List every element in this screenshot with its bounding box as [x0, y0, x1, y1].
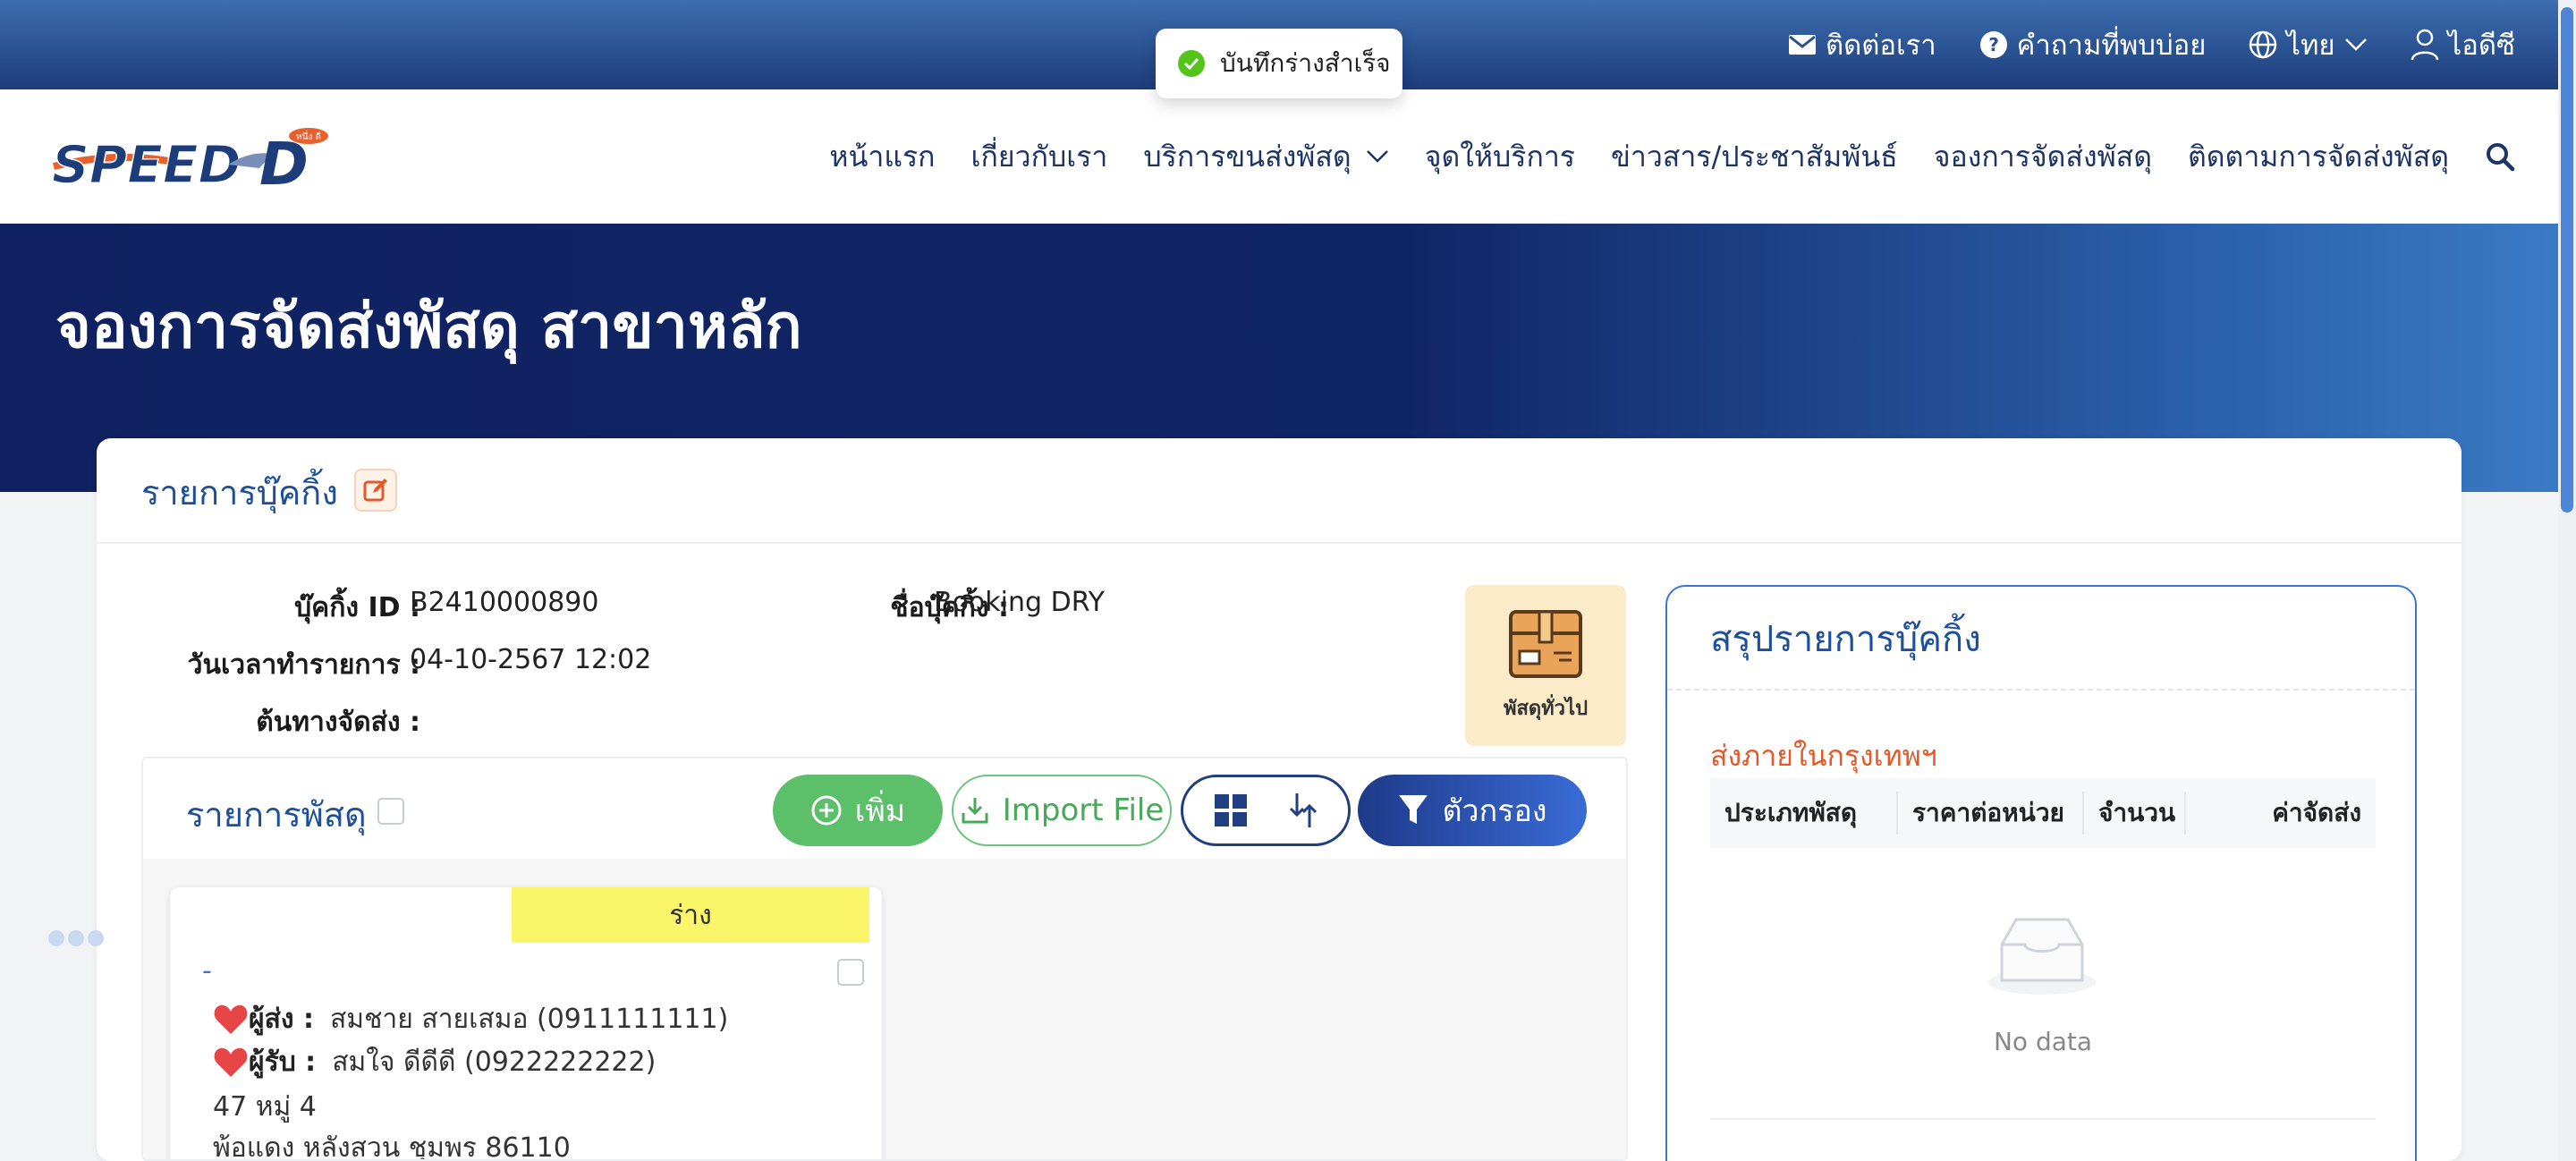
booking-datetime-label: วันเวลาทำรายการ : — [187, 649, 420, 681]
sender-value: สมชาย สายเสมอ (0911111111) — [329, 1004, 729, 1035]
view-toggle-button[interactable] — [1181, 775, 1351, 846]
contact-link[interactable]: ติดต่อเรา — [1788, 22, 1936, 67]
nav-service-points[interactable]: จุดให้บริการ — [1425, 134, 1575, 180]
main-navbar: SPEED D หนึ่ง ดี หน้าแรก เกี่ยวกับเรา บร… — [0, 89, 2558, 224]
nav-services[interactable]: บริการขนส่งพัสดุ — [1143, 134, 1388, 180]
package-type-label: พัสดุทั่วไป — [1503, 697, 1589, 720]
chevron-down-icon — [2344, 38, 2367, 51]
language-selector[interactable]: ไทย — [2249, 22, 2367, 67]
logo-tag: หนึ่ง ดี — [296, 130, 321, 142]
add-parcel-label: เพิ่ม — [854, 793, 906, 829]
parcel-list-header: รายการพัสดุ เพิ่ม Import File ตัวกรอง — [143, 758, 1626, 859]
nav-tracking[interactable]: ติดตามการจัดส่งพัสดุ — [2188, 134, 2449, 180]
user-menu[interactable]: ไอดีซี — [2411, 22, 2515, 67]
parcel-card[interactable]: ร่าง - ผู้ส่ง : สมชาย สายเสมอ (091111111… — [170, 887, 882, 1161]
add-parcel-button[interactable]: เพิ่ม — [773, 775, 943, 846]
summary-empty-state: No data — [1710, 848, 2376, 1120]
check-circle-icon — [1178, 50, 1205, 77]
nav-booking[interactable]: จองการจัดส่งพัสดุ — [1934, 134, 2152, 180]
status-badge: ร่าง — [512, 887, 869, 943]
booking-summary-panel: สรุปรายการบุ๊คกิ้ง ส่งภายในกรุงเทพฯ ประเ… — [1665, 585, 2417, 1161]
user-label: ไอดีซี — [2447, 30, 2515, 62]
speed-d-logo[interactable]: SPEED D หนึ่ง ดี — [45, 123, 331, 199]
nav-about[interactable]: เกี่ยวกับเรา — [971, 134, 1108, 180]
edit-booking-button[interactable] — [354, 469, 397, 512]
booking-datetime-row: วันเวลาทำรายการ : 04-10-2567 12:02 — [97, 644, 1438, 683]
sort-icon — [1289, 793, 1318, 827]
nav-home[interactable]: หน้าแรก — [829, 134, 935, 180]
booking-origin-row: ต้นทางจัดส่ง : — [97, 701, 1438, 741]
receiver-value: สมใจ ดีดีดี (0922222222) — [332, 1047, 657, 1078]
loading-indicator — [48, 930, 104, 946]
chevron-down-icon — [1366, 150, 1388, 163]
page-scrollbar[interactable] — [2558, 0, 2576, 1161]
faq-link[interactable]: ? คำถามที่พบบ่อย — [1979, 22, 2207, 67]
filter-label: ตัวกรอง — [1442, 793, 1547, 829]
page-title: จองการจัดส่งพัสดุ สาขาหลัก — [55, 292, 802, 362]
heart-icon — [214, 1047, 248, 1077]
parcel-checkbox[interactable] — [837, 959, 864, 986]
parcel-code: - — [202, 955, 212, 987]
summary-table-header: ประเภทพัสดุ ราคาต่อหน่วย จำนวน ค่าจัดส่ง — [1710, 778, 2376, 848]
mail-icon — [1788, 35, 1816, 55]
col-quantity: จำนวน — [2084, 792, 2186, 835]
import-file-label: Import File — [1002, 792, 1165, 828]
sender-label: ผู้ส่ง : — [249, 1004, 314, 1035]
toast-message: บันทึกร่างสำเร็จ — [1220, 48, 1391, 78]
zone-title: ส่งภายในกรุงเทพฯ — [1710, 739, 1937, 773]
svg-text:?: ? — [1988, 34, 1999, 55]
nav-services-label: บริการขนส่งพัสดุ — [1143, 139, 1352, 174]
booking-datetime-value: 04-10-2567 12:02 — [410, 644, 652, 675]
nav-news[interactable]: ข่าวสาร/ประชาสัมพันธ์ — [1611, 134, 1898, 180]
booking-card-header: รายการบุ๊คกิ้ง — [97, 438, 2462, 544]
question-icon: ? — [1979, 31, 2007, 58]
col-shipping-fee: ค่าจัดส่ง — [2272, 798, 2361, 827]
empty-text: No data — [1993, 1027, 2093, 1056]
package-type-tile[interactable]: พัสดุทั่วไป — [1465, 585, 1626, 746]
summary-divider — [1667, 689, 2415, 691]
col-package-type: ประเภทพัสดุ — [1710, 792, 1898, 835]
download-icon — [962, 798, 988, 824]
empty-inbox-icon — [1988, 918, 2096, 995]
logo-wordmark: SPEED — [52, 134, 242, 195]
sender-line: ผู้ส่ง : สมชาย สายเสมอ (0911111111) — [213, 998, 728, 1040]
user-icon — [2411, 29, 2438, 61]
scrollbar-thumb[interactable] — [2561, 7, 2573, 513]
heart-icon — [214, 1004, 248, 1034]
plus-circle-icon — [811, 795, 842, 826]
globe-icon — [2250, 30, 2277, 59]
booking-origin-label: ต้นทางจัดส่ง : — [256, 707, 420, 738]
parcel-list-panel: รายการพัสดุ เพิ่ม Import File ตัวกรอง ร่… — [141, 757, 1628, 1161]
receiver-line: ผู้รับ : สมใจ ดีดีดี (0922222222) — [213, 1041, 656, 1083]
col-unit-price: ราคาต่อหน่วย — [1898, 792, 2084, 835]
parcel-list-body: ร่าง - ผู้ส่ง : สมชาย สายเสมอ (091111111… — [143, 859, 1626, 1161]
address-line-2: พ้อแดง หลังสวน ชุมพร 86110 — [213, 1132, 571, 1161]
import-file-button[interactable]: Import File — [952, 775, 1172, 846]
filter-icon — [1399, 795, 1428, 824]
top-links: ติดต่อเรา ? คำถามที่พบบ่อย ไทย ไอดีซี — [1788, 0, 2515, 89]
booking-name-value: Booking DRY — [934, 587, 1105, 618]
search-icon[interactable] — [2485, 141, 2515, 172]
address-line-1: 47 หมู่ 4 — [213, 1091, 317, 1123]
filter-button[interactable]: ตัวกรอง — [1358, 775, 1587, 846]
edit-icon — [363, 479, 387, 502]
receiver-label: ผู้รับ : — [249, 1047, 317, 1078]
box-icon — [1509, 609, 1582, 678]
booking-section-title: รายการบุ๊คกิ้ง — [141, 473, 338, 513]
booking-card: รายการบุ๊คกิ้ง บุ๊คกิ้ง ID : B2410000890… — [97, 438, 2462, 1161]
booking-id-value: B2410000890 — [410, 587, 599, 618]
booking-id-label: บุ๊คกิ้ง ID : — [294, 592, 420, 623]
booking-id-row: บุ๊คกิ้ง ID : B2410000890 ชื่อบุ๊คกิ้ง :… — [97, 587, 1438, 626]
contact-label: ติดต่อเรา — [1825, 30, 1936, 62]
faq-label: คำถามที่พบบ่อย — [2016, 30, 2207, 62]
select-all-checkbox[interactable] — [377, 798, 404, 825]
parcel-list-title: รายการพัสดุ — [186, 795, 367, 835]
success-toast: บันทึกร่างสำเร็จ — [1156, 29, 1402, 98]
language-label: ไทย — [2286, 30, 2335, 62]
grid-icon — [1215, 794, 1247, 826]
main-nav: หน้าแรก เกี่ยวกับเรา บริการขนส่งพัสดุ จุ… — [829, 89, 2515, 224]
summary-title: สรุปรายการบุ๊คกิ้ง — [1710, 619, 1981, 660]
